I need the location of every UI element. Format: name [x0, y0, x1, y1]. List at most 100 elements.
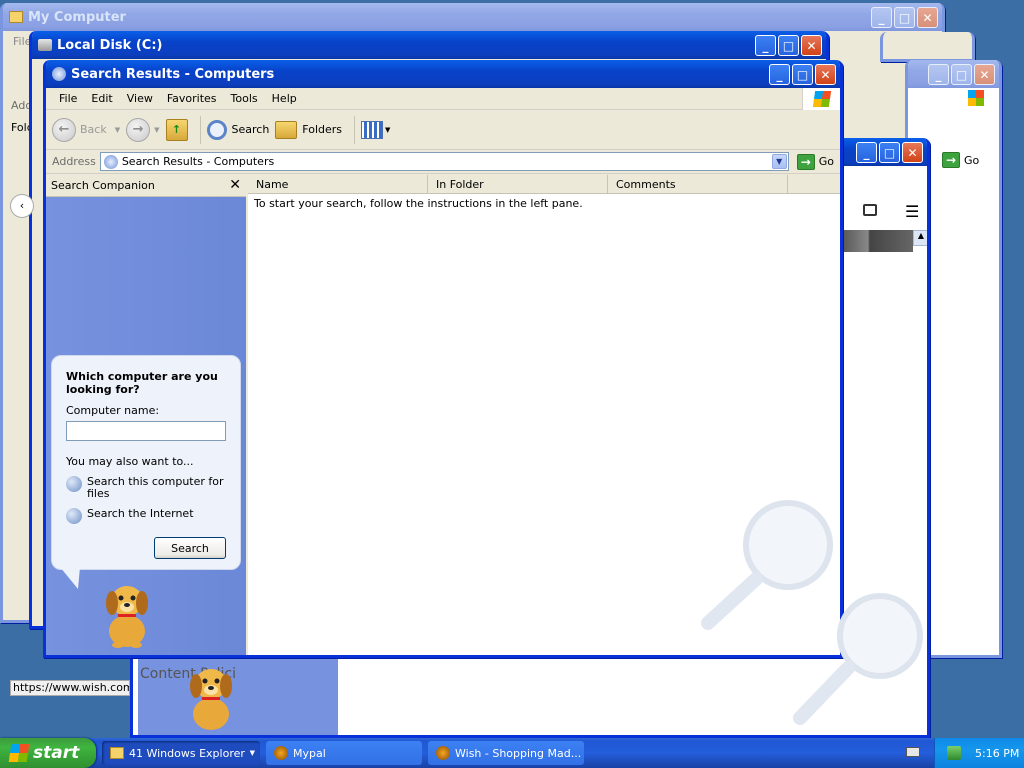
search-internet-link[interactable]: Search the Internet: [66, 508, 226, 524]
local-disk-titlebar[interactable]: Local Disk (C:) _ □ ✕: [32, 31, 826, 59]
minimize-button[interactable]: _: [769, 64, 790, 85]
views-grid-icon: [361, 120, 384, 139]
maximize-button[interactable]: □: [792, 64, 813, 85]
folders-button[interactable]: Folders: [275, 120, 343, 139]
search-dog-icon: [106, 586, 148, 648]
local-disk-title: Local Disk (C:): [57, 37, 163, 53]
background-window-1: [880, 32, 975, 62]
toolbar-separator: [354, 115, 356, 144]
menu-help[interactable]: Help: [265, 92, 304, 105]
menu-icon[interactable]: ☰: [905, 202, 919, 221]
search-computers-icon: [52, 67, 66, 81]
search-internet-label: Search the Internet: [87, 507, 194, 520]
toolbar: ← Back ▼ → ▼ ↑ Search Folders ▼: [46, 110, 840, 150]
taskbar-item-wish[interactable]: Wish - Shopping Mad...: [428, 741, 584, 765]
close-button[interactable]: ✕: [917, 7, 938, 28]
minimize-button[interactable]: _: [928, 64, 949, 85]
start-label: start: [33, 743, 80, 763]
search-results-window: Search Results - Computers _ □ ✕ File Ed…: [43, 60, 843, 658]
taskbar-item-label: Mypal: [293, 746, 326, 760]
search-companion-header: Search Companion ✕: [46, 175, 246, 197]
up-button[interactable]: ↑: [165, 118, 188, 141]
close-button[interactable]: ✕: [902, 142, 923, 163]
search-instruction: To start your search, follow the instruc…: [254, 197, 583, 210]
background-go-label: Go: [964, 153, 980, 167]
computer-name-label: Computer name:: [66, 404, 160, 417]
scroll-up-arrow[interactable]: ▲: [913, 230, 927, 246]
close-button[interactable]: ✕: [801, 35, 822, 56]
drive-icon: [38, 39, 52, 51]
minimize-button[interactable]: _: [871, 7, 892, 28]
bubble-tail: [59, 567, 89, 589]
menu-edit[interactable]: Edit: [84, 92, 119, 105]
content-area: Search Companion ✕ Which computer are yo…: [46, 175, 840, 655]
menu-favorites[interactable]: Favorites: [160, 92, 224, 105]
sidebar-toggle-icon[interactable]: [863, 204, 877, 216]
status-url: https://www.wish.com/f: [10, 680, 130, 696]
address-value: Search Results - Computers: [121, 155, 275, 168]
folder-icon: [110, 747, 124, 759]
background-window-2-titlebar[interactable]: _ □ ✕: [908, 60, 999, 88]
views-dropdown-icon: ▼: [385, 125, 391, 134]
keyboard-icon[interactable]: [906, 747, 920, 757]
network-icon[interactable]: [947, 746, 961, 760]
start-button[interactable]: start: [0, 738, 96, 768]
taskbar: start 41 Windows Explorer ▼ Mypal Wish -…: [0, 738, 1024, 768]
search-label: Search: [231, 123, 270, 136]
column-name[interactable]: Name: [248, 175, 428, 193]
forward-dropdown-icon[interactable]: ▼: [154, 126, 159, 134]
views-button[interactable]: ▼: [361, 120, 391, 139]
search-button[interactable]: Search: [206, 119, 270, 140]
clock: 5:16 PM: [975, 746, 1020, 760]
column-comments[interactable]: Comments: [608, 175, 788, 193]
menu-bar: File Edit View Favorites Tools Help: [46, 88, 840, 110]
magnifier-watermark-icon: [793, 593, 923, 725]
maximize-button[interactable]: □: [894, 7, 915, 28]
close-button[interactable]: ✕: [815, 64, 836, 85]
browser-back-icon[interactable]: ‹: [10, 194, 34, 218]
system-tray: 5:16 PM: [934, 738, 1024, 768]
back-dropdown-icon[interactable]: ▼: [115, 126, 120, 134]
maximize-button[interactable]: □: [778, 35, 799, 56]
toolbar-separator: [199, 115, 201, 144]
search-results-titlebar[interactable]: Search Results - Computers _ □ ✕: [46, 60, 840, 88]
scroll-left-arrow[interactable]: ◀: [130, 716, 133, 732]
taskbar-item-label: Wish - Shopping Mad...: [455, 746, 582, 760]
maximize-button[interactable]: □: [951, 64, 972, 85]
close-pane-icon[interactable]: ✕: [229, 177, 241, 193]
address-search-icon: [103, 154, 118, 169]
column-in-folder[interactable]: In Folder: [428, 175, 608, 193]
address-dropdown-icon[interactable]: ▼: [771, 154, 787, 169]
search-submit-button[interactable]: Search: [154, 537, 226, 559]
search-bubble: Which computer are you looking for? Comp…: [51, 355, 241, 570]
go-button[interactable]: → Go: [796, 153, 834, 170]
menu-file[interactable]: File: [52, 92, 84, 105]
search-companion-title: Search Companion: [51, 179, 155, 192]
forward-button[interactable]: → ▼: [126, 117, 160, 142]
search-magnifier-icon: [206, 119, 227, 140]
xp-logo: [968, 90, 984, 106]
address-label: Address: [52, 155, 96, 168]
back-button[interactable]: ← Back ▼: [52, 117, 120, 142]
taskbar-item-label: 41 Windows Explorer: [129, 746, 245, 760]
folder-icon: [9, 11, 23, 23]
taskbar-item-mypal[interactable]: Mypal: [266, 741, 422, 765]
address-bar: Address Search Results - Computers ▼ → G…: [46, 150, 840, 174]
background-go-button[interactable]: → Go: [942, 152, 979, 168]
computer-name-input[interactable]: [66, 421, 226, 441]
column-headers: Name In Folder Comments: [248, 175, 840, 194]
menu-tools[interactable]: Tools: [224, 92, 265, 105]
taskbar-item-explorer[interactable]: 41 Windows Explorer ▼: [102, 741, 260, 765]
minimize-button[interactable]: _: [856, 142, 877, 163]
folders-label: Folders: [302, 123, 343, 136]
maximize-button[interactable]: □: [879, 142, 900, 163]
my-computer-titlebar[interactable]: My Computer _ □ ✕: [3, 3, 942, 31]
menu-view[interactable]: View: [120, 92, 160, 105]
minimize-button[interactable]: _: [755, 35, 776, 56]
results-pane: Name In Folder Comments To start your se…: [248, 175, 840, 655]
address-field[interactable]: Search Results - Computers ▼: [99, 152, 789, 171]
also-label: You may also want to...: [66, 455, 194, 468]
close-button[interactable]: ✕: [974, 64, 995, 85]
search-files-link[interactable]: Search this computer for files: [66, 476, 226, 500]
search-files-icon: [66, 476, 82, 492]
